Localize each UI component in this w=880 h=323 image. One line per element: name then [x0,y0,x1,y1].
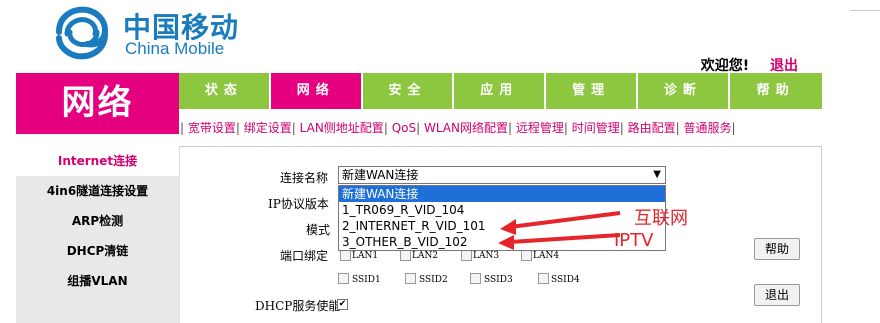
section-title: 网络 [16,73,179,134]
ssid3-checkbox[interactable] [470,273,481,284]
tab-network[interactable]: 网络 [270,73,363,109]
annotation-internet: 互联网 [634,208,688,229]
ssid2-checkbox[interactable] [405,273,416,284]
brand-name-en: China Mobile [125,39,225,58]
tab-status[interactable]: 状态 [179,73,271,109]
welcome-text: 欢迎您! [700,58,750,74]
ssid1-checkbox[interactable] [338,273,349,284]
ssid3-label: SSID3 [484,275,513,285]
sub-nav: | 宽带设置| 绑定设置| LAN侧地址配置| QoS| WLAN网络配置| 远… [180,121,736,135]
ip-version-label: IP协议版本 [268,197,329,211]
subnav-remote-management[interactable]: 远程管理 [516,121,564,135]
tab-security[interactable]: 安全 [363,73,455,109]
help-button[interactable]: 帮助 [754,238,800,260]
tab-management[interactable]: 管理 [546,73,638,109]
sidebar-item-dhcp[interactable]: DHCP清链 [16,236,179,266]
china-mobile-logo-icon [56,6,109,60]
tab-application[interactable]: 应用 [454,73,547,109]
sidebar-item-internet[interactable]: Internet连接 [16,146,179,176]
sidebar-item-4in6[interactable]: 4in6隧道连接设置 [16,176,179,206]
connection-name-select[interactable]: 新建WAN连接 ▼ [338,166,666,184]
annotation-iptv: IPTV [614,230,654,251]
ssid1-label: SSID1 [352,275,381,285]
tab-diagnosis[interactable]: 诊断 [638,73,730,109]
lan2-checkbox[interactable] [400,250,411,261]
port-binding-label: 端口绑定 [280,249,329,263]
connection-selected-value: 新建WAN连接 [342,168,419,182]
tab-help[interactable]: 帮助 [730,73,822,109]
dhcp-enable-checkbox[interactable]: ✔ [337,299,348,310]
ssid4-label: SSID4 [551,275,580,285]
sidebar-item-arp[interactable]: ARP检测 [16,206,179,236]
top-right-divider [850,0,880,11]
logout-link[interactable]: 退出 [770,58,798,74]
sidebar: Internet连接 4in6隧道连接设置 ARP检测 DHCP清链 组播VLA… [16,146,179,323]
arrowhead-iptv-icon [498,235,514,250]
subnav-lan-address[interactable]: LAN侧地址配置 [300,121,384,135]
subnav-binding[interactable]: 绑定设置 [244,121,292,135]
lan3-checkbox[interactable] [461,250,472,261]
sidebar-item-multicast-vlan[interactable]: 组播VLAN [16,266,179,296]
lan1-label: LAN1 [352,251,379,261]
arrowhead-internet-icon [500,219,516,235]
subnav-wlan[interactable]: WLAN网络配置 [424,121,508,135]
subnav-general-service[interactable]: 普通服务 [684,121,732,135]
subnav-time-management[interactable]: 时间管理 [572,121,620,135]
exit-button[interactable]: 退出 [754,284,800,306]
china-mobile-logo: 中国移动 China Mobile [53,4,253,62]
dhcp-enable-label: DHCP服务使能 [255,299,341,313]
ssid4-checkbox[interactable] [538,273,549,284]
connection-name-label: 连接名称 [280,171,329,185]
subnav-routing[interactable]: 路由配置 [628,121,676,135]
user-area: 欢迎您! 退出 [701,55,798,75]
dropdown-option-new-wan[interactable]: 新建WAN连接 [339,186,665,202]
ssid2-label: SSID2 [419,275,448,285]
subnav-broadband[interactable]: 宽带设置 [188,121,236,135]
annotation-arrows [498,211,621,250]
main-nav: 状态 网络 安全 应用 管理 诊断 帮助 [179,73,822,109]
lan2-label: LAN2 [412,251,439,261]
arrow-to-internet [509,211,621,229]
subnav-qos[interactable]: QoS [392,121,416,135]
lan1-checkbox[interactable] [340,250,351,261]
dropdown-arrow-icon: ▼ [653,169,661,180]
arrow-to-iptv [509,233,621,244]
mode-label: 模式 [306,223,331,237]
